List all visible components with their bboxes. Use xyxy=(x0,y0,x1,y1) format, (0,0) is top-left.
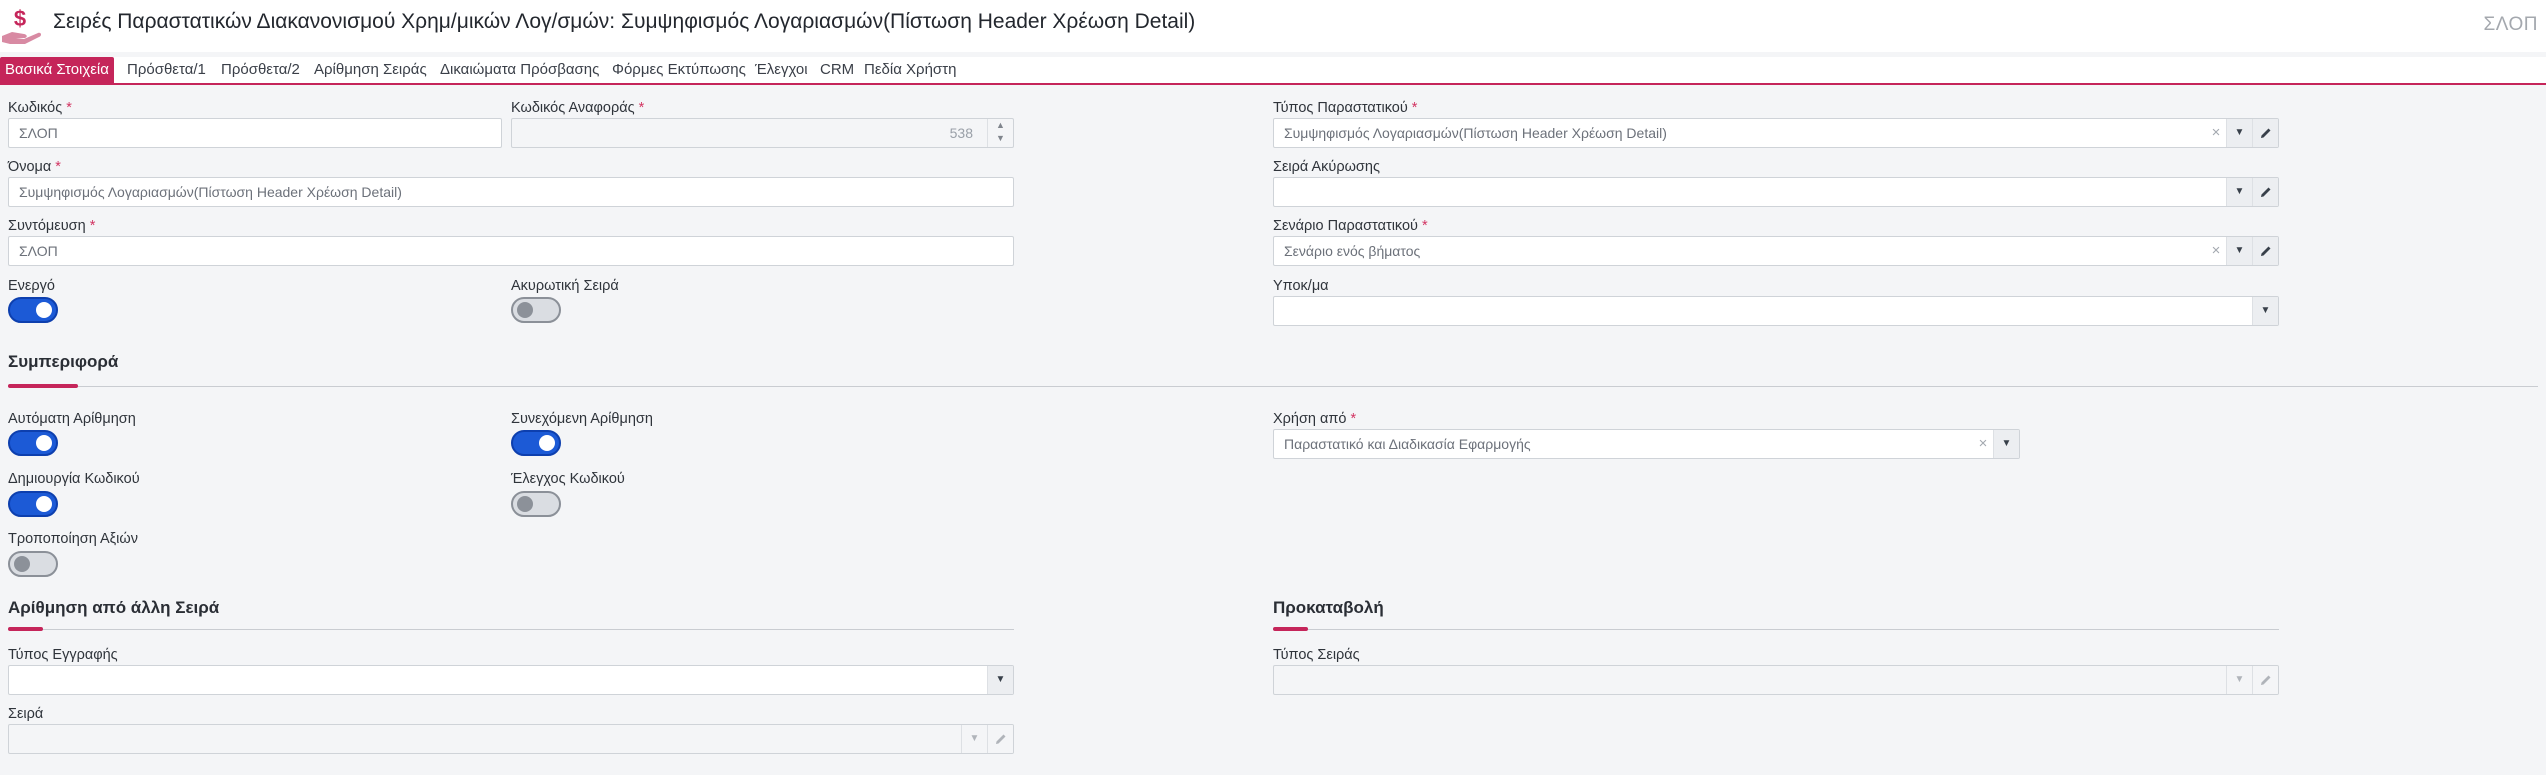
chevron-down-icon[interactable]: ▼ xyxy=(2226,237,2252,265)
active-toggle[interactable] xyxy=(8,297,58,323)
continuous-numbering-label: Συνεχόμενη Αρίθμηση xyxy=(511,411,653,427)
series-type-label: Τύπος Σειράς xyxy=(1273,647,1360,663)
advance-section-title: Προκαταβολή xyxy=(1273,598,1384,617)
pencil-icon[interactable] xyxy=(2252,237,2278,265)
usage-from-label: Χρήση από * xyxy=(1273,411,1357,427)
name-label: Όνομα * xyxy=(8,159,61,175)
create-code-label: Δημιουργία Κωδικού xyxy=(8,471,140,487)
modify-values-label: Τροποποίηση Αξιών xyxy=(8,531,138,547)
code-label: Κωδικός * xyxy=(8,100,72,116)
numbering-from-series-title: Αρίθμηση από άλλη Σειρά xyxy=(8,598,220,617)
chevron-down-icon[interactable]: ▼ xyxy=(2226,119,2252,147)
record-code: ΣΛΟΠ xyxy=(2483,14,2538,35)
create-code-toggle[interactable] xyxy=(8,491,58,517)
chevron-down-icon[interactable]: ▼ xyxy=(961,725,987,753)
tab-series-numbering[interactable]: Αρίθμηση Σειράς xyxy=(314,57,427,83)
page-title: Σειρές Παραστατικών Διακανονισμού Χρημ/μ… xyxy=(53,10,1196,33)
chevron-down-icon[interactable]: ▼ xyxy=(2252,297,2278,325)
cancellation-series-select[interactable]: ▼ xyxy=(1273,177,2279,207)
hand-dollar-icon: $ xyxy=(2,6,42,44)
section-accent xyxy=(1273,627,1308,631)
document-scenario-label: Σενάριο Παραστατικού * xyxy=(1273,218,1428,234)
tab-access-rights[interactable]: Δικαιώματα Πρόσβασης xyxy=(440,57,599,83)
document-type-select[interactable]: Συμψηφισμός Λογαριασμών(Πίστωση Header Χ… xyxy=(1273,118,2279,148)
document-scenario-select[interactable]: Σενάριο ενός βήματος × ▼ xyxy=(1273,236,2279,266)
section-divider xyxy=(1273,629,2279,630)
name-input[interactable]: Συμψηφισμός Λογαριασμών(Πίστωση Header Χ… xyxy=(8,177,1014,207)
clear-icon[interactable]: × xyxy=(2206,119,2226,147)
code-input[interactable]: ΣΛΟΠ xyxy=(8,118,502,148)
tab-basic-info[interactable]: Βασικά Στοιχεία xyxy=(0,57,114,83)
tab-user-fields[interactable]: Πεδία Χρήστη xyxy=(864,57,956,83)
auto-numbering-toggle[interactable] xyxy=(8,430,58,456)
usage-from-select[interactable]: Παραστατικό και Διαδικασία Εφαρμογής × ▼ xyxy=(1273,429,2020,459)
page-header: $ Σειρές Παραστατικών Διακανονισμού Χρημ… xyxy=(0,0,2546,52)
section-accent xyxy=(8,627,43,631)
cancelling-series-label: Ακυρωτική Σειρά xyxy=(511,278,619,294)
branch-label: Υποκ/μα xyxy=(1273,278,1329,294)
spinner-icon[interactable]: ▲ ▼ xyxy=(987,119,1013,147)
cancellation-series-label: Σειρά Ακύρωσης xyxy=(1273,159,1380,175)
pencil-icon[interactable] xyxy=(2252,178,2278,206)
continuous-numbering-toggle[interactable] xyxy=(511,430,561,456)
pencil-icon[interactable] xyxy=(987,725,1013,753)
abbreviation-input[interactable]: ΣΛΟΠ xyxy=(8,236,1014,266)
chevron-down-icon[interactable]: ▼ xyxy=(987,666,1013,694)
record-type-label: Τύπος Εγγραφής xyxy=(8,647,118,663)
document-type-label: Τύπος Παραστατικού * xyxy=(1273,100,1418,116)
cancelling-series-toggle[interactable] xyxy=(511,297,561,323)
series-type-select[interactable]: ▼ xyxy=(1273,665,2279,695)
tab-additional-2[interactable]: Πρόσθετα/2 xyxy=(221,57,300,83)
auto-numbering-label: Αυτόματη Αρίθμηση xyxy=(8,411,136,427)
pencil-icon[interactable] xyxy=(2252,666,2278,694)
series-select[interactable]: ▼ xyxy=(8,724,1014,754)
abbreviation-label: Συντόμευση * xyxy=(8,218,96,234)
series-label: Σειρά xyxy=(8,706,44,722)
clear-icon[interactable]: × xyxy=(2206,237,2226,265)
tab-crm[interactable]: CRM xyxy=(820,57,854,83)
record-type-select[interactable]: ▼ xyxy=(8,665,1014,695)
reference-code-label: Κωδικός Αναφοράς * xyxy=(511,100,645,116)
tab-checks[interactable]: Έλεγχοι xyxy=(755,57,808,83)
tab-additional-1[interactable]: Πρόσθετα/1 xyxy=(127,57,206,83)
chevron-down-icon[interactable]: ▼ xyxy=(2226,178,2252,206)
chevron-down-icon[interactable]: ▼ xyxy=(2226,666,2252,694)
chevron-down-icon[interactable]: ▼ xyxy=(1993,430,2019,458)
code-check-label: Έλεγχος Κωδικού xyxy=(511,471,625,487)
branch-select[interactable]: ▼ xyxy=(1273,296,2279,326)
code-check-toggle[interactable] xyxy=(511,491,561,517)
active-label: Ενεργό xyxy=(8,278,55,294)
section-divider xyxy=(8,386,2538,387)
svg-text:$: $ xyxy=(14,6,26,31)
tab-bar: Βασικά Στοιχεία Πρόσθετα/1 Πρόσθετα/2 Αρ… xyxy=(0,57,2546,85)
tab-print-forms[interactable]: Φόρμες Εκτύπωσης xyxy=(612,57,746,83)
modify-values-toggle[interactable] xyxy=(8,551,58,577)
pencil-icon[interactable] xyxy=(2252,119,2278,147)
section-divider xyxy=(8,629,1014,630)
behavior-section-title: Συμπεριφορά xyxy=(8,352,119,371)
section-accent xyxy=(8,384,78,388)
reference-code-input[interactable]: 538 ▲ ▼ xyxy=(511,118,1014,148)
clear-icon[interactable]: × xyxy=(1973,430,1993,458)
